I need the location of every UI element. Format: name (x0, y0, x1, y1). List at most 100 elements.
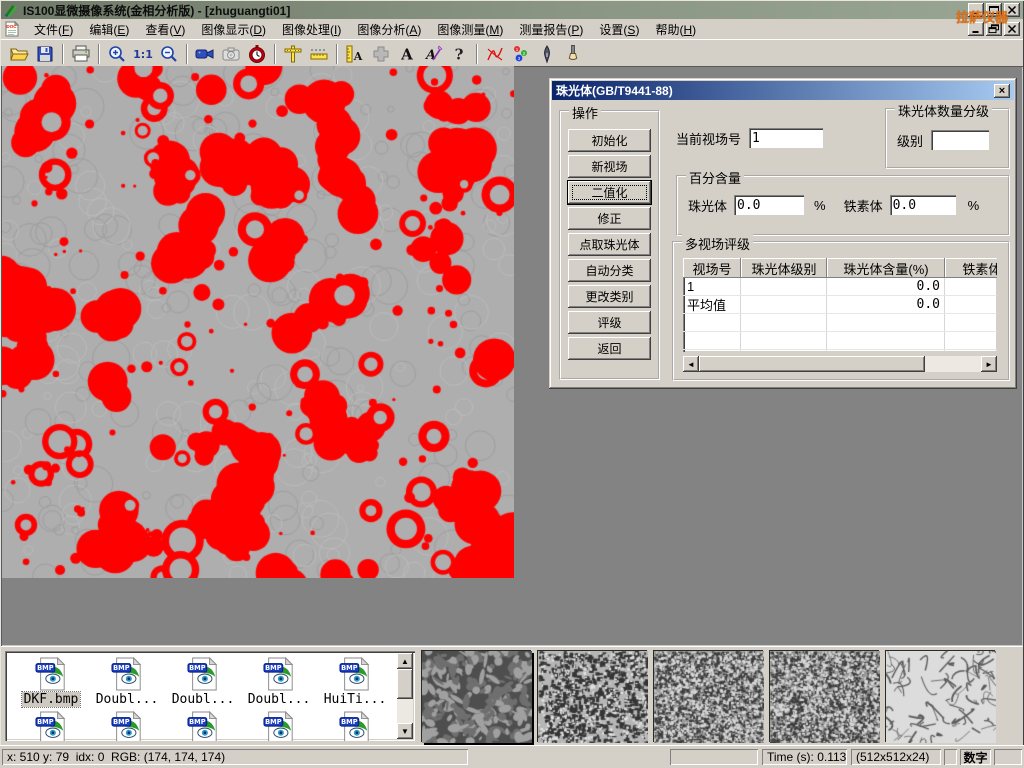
dialog-titlebar[interactable]: 珠光体(GB/T9441-88) × (552, 81, 1014, 100)
maximize-button[interactable] (986, 3, 1002, 17)
close-button[interactable] (1004, 3, 1020, 17)
thumbnail-3[interactable] (653, 650, 763, 742)
help-button[interactable]: ? (446, 42, 472, 66)
spline-curve-button[interactable] (482, 42, 508, 66)
change-class-button[interactable]: 更改类别 (568, 285, 651, 308)
return-button[interactable]: 返回 (568, 337, 651, 360)
file-item[interactable]: BMP (89, 711, 165, 741)
grid-cross-button[interactable] (368, 42, 394, 66)
initialize-button[interactable]: 初始化 (568, 129, 651, 152)
text-button[interactable]: A (394, 42, 420, 66)
scrollbar-track[interactable] (397, 699, 413, 723)
status-time: Time (s): 0.113 (762, 749, 847, 765)
toolbar-separator (98, 44, 100, 64)
mdi-minimize-button[interactable] (968, 22, 984, 36)
scroll-left-button[interactable]: ◄ (683, 356, 699, 372)
menu-edit[interactable]: 编辑(E) (81, 19, 137, 40)
menu-view[interactable]: 查看(V) (137, 19, 193, 40)
file-item[interactable]: BMP Doubl... (241, 657, 317, 707)
brush-button[interactable] (560, 42, 586, 66)
zoom-in-button[interactable] (104, 42, 130, 66)
svg-text:BMP: BMP (37, 664, 54, 672)
bmp-file-icon: BMP (111, 711, 143, 741)
table-body: 10.0平均值0.0 (683, 278, 997, 352)
micrograph-image[interactable] (2, 66, 514, 578)
file-item[interactable]: BMP (165, 711, 241, 741)
menu-file[interactable]: 文件(F) (26, 19, 81, 40)
scrollbar-thumb[interactable] (397, 669, 413, 699)
file-item-selected[interactable]: BMP DKF.bmp (13, 657, 89, 707)
file-item[interactable]: BMP Doubl... (165, 657, 241, 707)
file-item[interactable]: BMP HuiTi... (317, 657, 393, 707)
level-input[interactable] (931, 130, 989, 150)
camera-button[interactable] (218, 42, 244, 66)
dialog-close-button[interactable]: × (994, 84, 1010, 98)
bottom-panel: BMP DKF.bmp BMP Doubl... BMP Doubl... (1, 646, 1023, 746)
pearlite-unit: % (814, 198, 826, 213)
caliper-button[interactable] (280, 42, 306, 66)
table-row[interactable] (683, 314, 997, 332)
status-empty-panel (670, 749, 758, 765)
table-row[interactable]: 10.0 (683, 278, 997, 296)
current-field-input[interactable] (749, 128, 823, 148)
binarize-button[interactable]: 二值化 (568, 181, 651, 204)
scroll-down-button[interactable]: ▼ (397, 723, 413, 739)
save-button[interactable] (32, 42, 58, 66)
menu-settings[interactable]: 设置(S) (591, 19, 647, 40)
open-button[interactable] (6, 42, 32, 66)
file-item[interactable]: BMP (241, 711, 317, 741)
auto-classify-button[interactable]: 自动分类 (568, 259, 651, 282)
new-field-button[interactable]: 新视场 (568, 155, 651, 178)
file-item[interactable]: BMP (13, 711, 89, 741)
ruler-button[interactable] (306, 42, 332, 66)
file-item[interactable]: BMP (317, 711, 393, 741)
mdi-restore-button[interactable] (986, 22, 1002, 36)
menu-help[interactable]: 帮助(H) (647, 19, 704, 40)
table-h-scrollbar[interactable]: ◄ ► (683, 356, 997, 372)
file-item[interactable]: BMP Doubl... (89, 657, 165, 707)
table-row[interactable] (683, 350, 997, 352)
percent-group: 百分含量 珠光体 % 铁素体 % (676, 175, 1010, 236)
menu-image-process[interactable]: 图像处理(I) (274, 19, 349, 40)
zoom-in-icon (107, 44, 127, 64)
table-row[interactable] (683, 332, 997, 350)
stopwatch-button[interactable] (244, 42, 270, 66)
thumbnail-5[interactable] (885, 650, 995, 742)
actual-size-button[interactable]: 1:1 (130, 42, 156, 66)
pick-pearlite-button[interactable]: 点取珠光体 (568, 233, 651, 256)
table-row[interactable]: 平均值0.0 (683, 296, 997, 314)
thumbnail-2[interactable] (537, 650, 647, 742)
table-cell (827, 350, 945, 352)
thumbnail-4[interactable] (769, 650, 879, 742)
scrollbar-thumb[interactable] (699, 356, 925, 372)
ferrite-percent-input[interactable] (890, 195, 956, 215)
svg-text:BMP: BMP (113, 664, 130, 672)
actual-size-icon: 1:1 (133, 44, 153, 64)
grading-group-label: 珠光体数量分级 (895, 101, 992, 120)
scroll-up-button[interactable]: ▲ (397, 653, 413, 669)
rate-button[interactable]: 评级 (568, 311, 651, 334)
table-cell (741, 278, 827, 295)
print-button[interactable] (68, 42, 94, 66)
scrollbar-track[interactable] (699, 356, 981, 372)
svg-text:A: A (400, 45, 413, 63)
menu-measure-report[interactable]: 测量报告(P) (511, 19, 591, 40)
pen-button[interactable] (534, 42, 560, 66)
mdi-close-button[interactable] (1004, 22, 1020, 36)
video-camera-button[interactable] (192, 42, 218, 66)
calibrate-ruler-button[interactable]: A (342, 42, 368, 66)
menu-image-measure[interactable]: 图像测量(M) (429, 19, 511, 40)
thumbnail-1[interactable] (421, 650, 531, 742)
svg-text:A: A (424, 48, 436, 63)
zoom-out-button[interactable] (156, 42, 182, 66)
pearlite-percent-input[interactable] (734, 195, 804, 215)
scroll-right-button[interactable]: ► (981, 356, 997, 372)
color-classify-button[interactable]: 123 (508, 42, 534, 66)
current-field-label: 当前视场号 (676, 129, 741, 148)
menu-image-display[interactable]: 图像显示(D) (193, 19, 274, 40)
minimize-button[interactable] (968, 3, 984, 17)
menu-image-analysis[interactable]: 图像分析(A) (349, 19, 429, 40)
text-style-button[interactable]: A (420, 42, 446, 66)
file-list-scrollbar[interactable]: ▲ ▼ (397, 653, 413, 739)
correct-button[interactable]: 修正 (568, 207, 651, 230)
